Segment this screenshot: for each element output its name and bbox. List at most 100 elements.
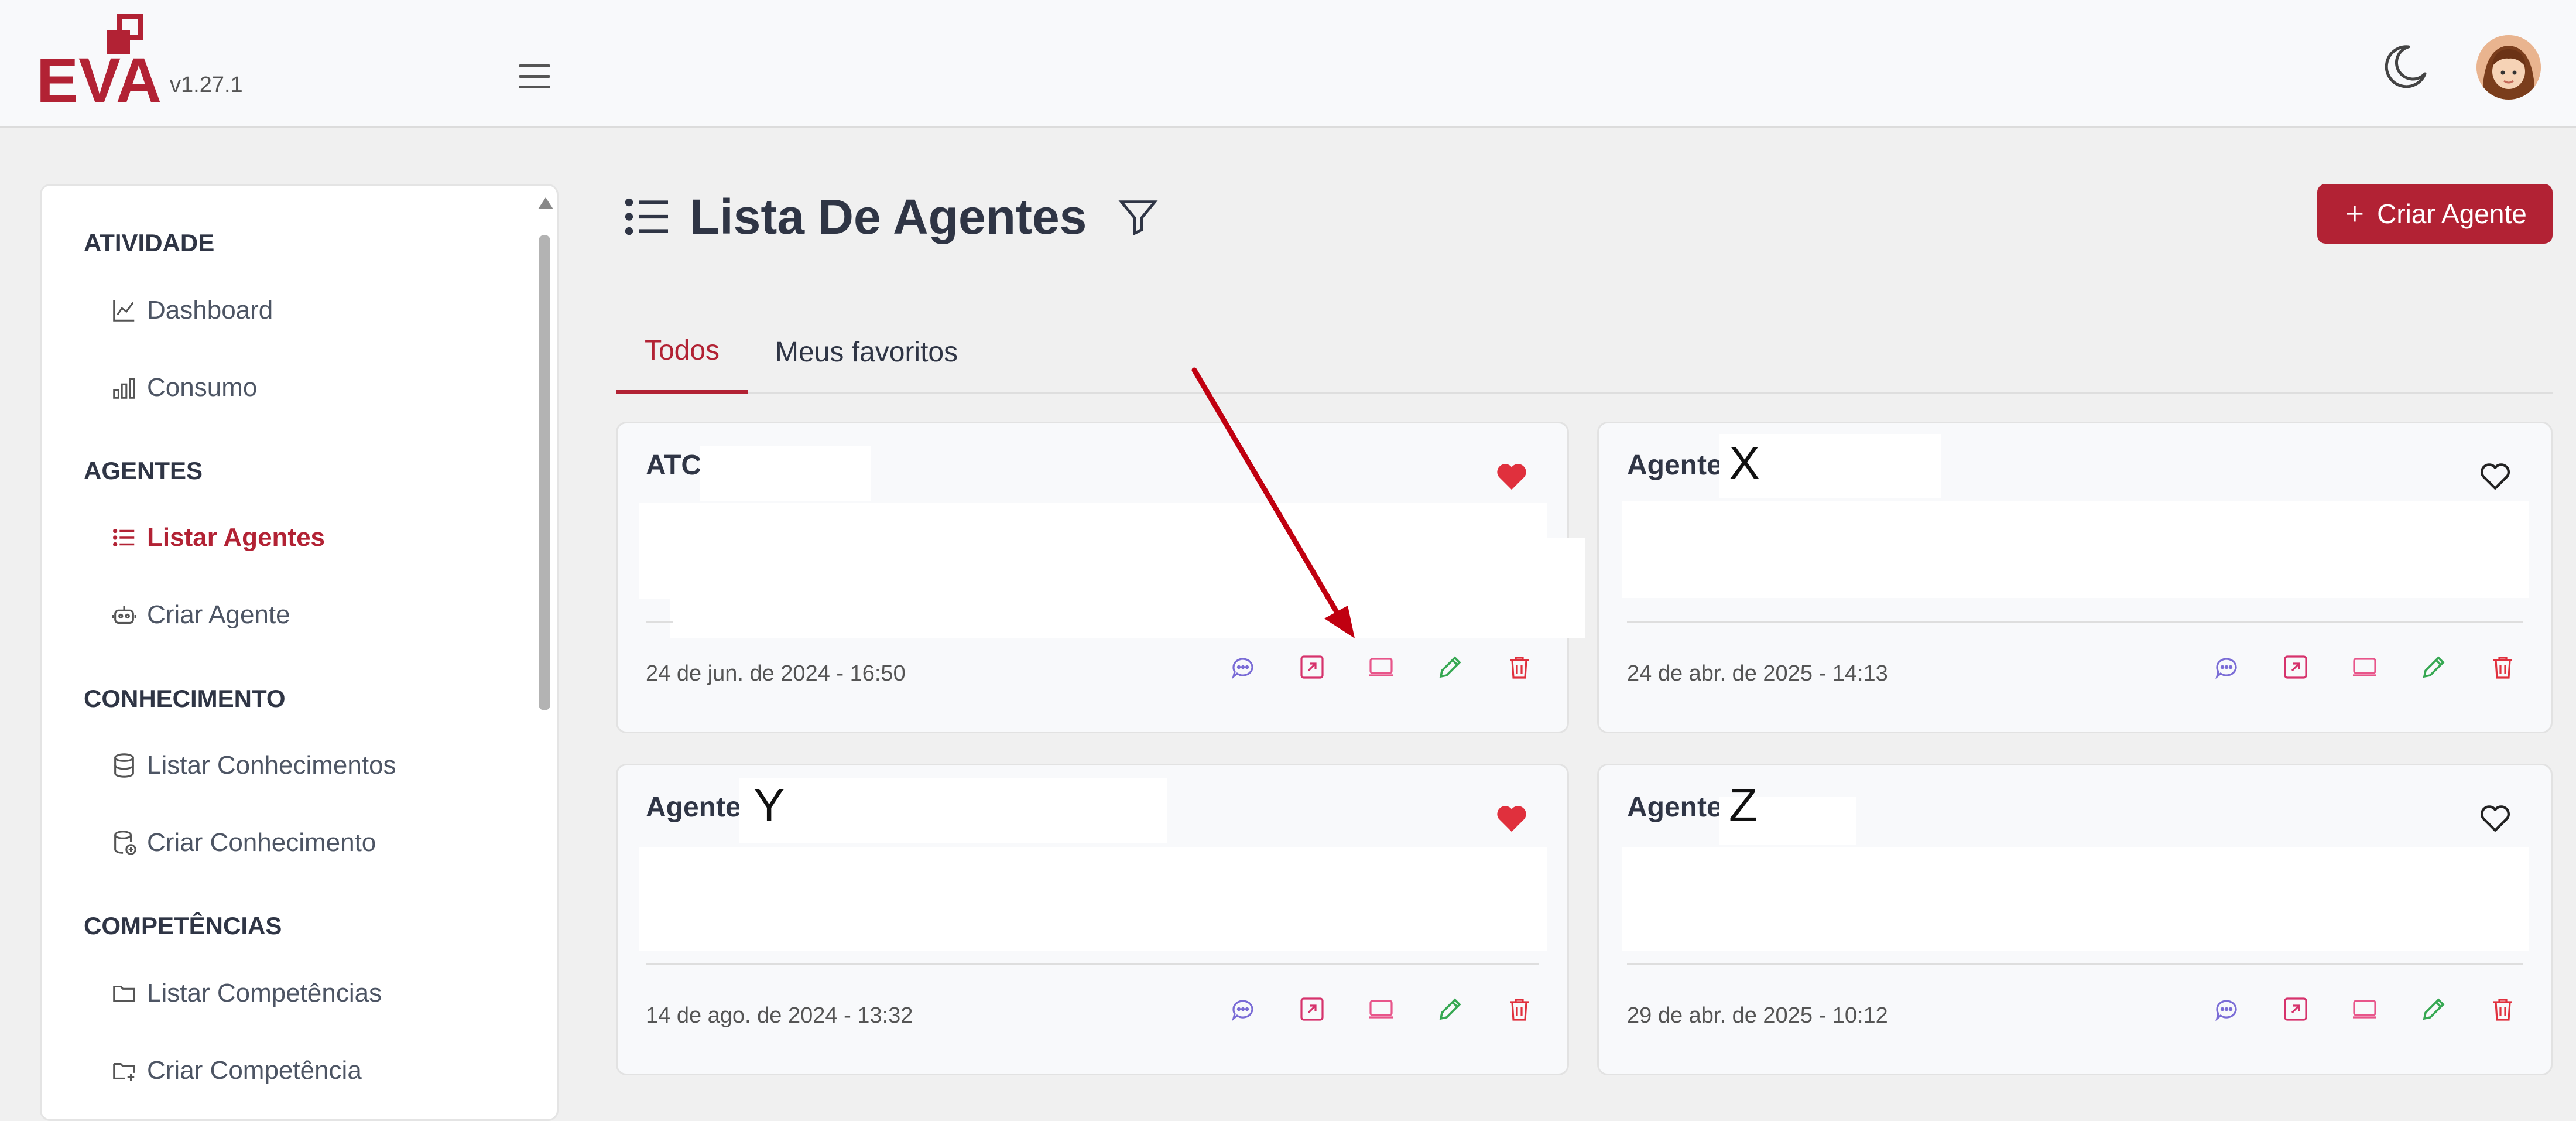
app-version: v1.27.1 [170,73,243,97]
agent-card-actions [1229,995,1533,1023]
folder-add-icon [113,1062,135,1081]
sidebar-item-consumo[interactable]: Consumo [111,367,257,408]
chat-icon[interactable] [2212,653,2241,681]
sidebar-item-listar-conhecimentos[interactable]: Listar Conhecimentos [111,745,396,786]
redacted-area [739,778,1167,843]
agent-card-date: 29 de abr. de 2025 - 10:12 [1627,1003,1888,1028]
open-external-icon[interactable] [1298,653,1326,681]
sidebar-scrollbar[interactable] [537,197,553,1117]
agent-card-suffix: X [1729,437,1760,489]
monitor-icon[interactable] [2351,653,2379,681]
robot-icon [112,606,136,624]
agent-card[interactable]: Agente Y 14 de ago. de 2024 - 13:32 [616,764,1569,1075]
tab-meus-favoritos[interactable]: Meus favoritos [775,310,958,394]
sidebar-item-dashboard[interactable]: Dashboard [111,290,273,331]
redacted-area [700,446,871,501]
list-icon [625,198,668,235]
agent-card-date: 24 de jun. de 2024 - 16:50 [646,661,906,686]
trash-icon[interactable] [1505,653,1533,681]
create-agent-button-label: Criar Agente [2377,199,2527,229]
redacted-area [1622,847,2529,951]
agent-card-actions [2212,995,2517,1023]
bar-chart-icon [113,378,135,399]
monitor-icon[interactable] [1367,653,1395,681]
card-divider [1627,621,2523,623]
scrollbar-thumb[interactable] [539,235,550,710]
sidebar-section-conhecimento: CONHECIMENTO [84,685,286,712]
favorite-heart-filled-icon[interactable] [1495,460,1529,491]
trash-icon[interactable] [2489,653,2517,681]
sidebar-item-listar-agentes[interactable]: Listar Agentes [111,517,325,558]
edit-pencil-icon[interactable] [2420,653,2448,681]
dark-mode-moon-icon[interactable] [2382,43,2428,90]
redacted-area [670,538,1585,638]
plus-icon [2347,206,2363,222]
agent-card[interactable]: ATC 24 de jun. de 2024 - 16:50 [616,422,1585,733]
list-icon [113,528,135,547]
sidebar-item-label: Criar Competência [147,1056,362,1085]
agent-card-suffix: Y [753,779,785,831]
redacted-area [1622,501,2529,598]
edit-pencil-icon[interactable] [1436,653,1464,681]
card-divider [646,621,673,623]
page-title: Lista De Agentes [690,189,1087,244]
logo-text: EVA [36,45,162,108]
sidebar: ATIVIDADE Dashboard Consumo AGENTES List… [40,184,559,1121]
open-external-icon[interactable] [1298,995,1326,1023]
sidebar-item-criar-conhecimento[interactable]: Criar Conhecimento [111,822,376,863]
user-avatar[interactable] [2476,35,2541,100]
eva-logo[interactable]: EVA [36,14,165,108]
avatar-image [2476,35,2541,100]
sidebar-item-label: Listar Conhecimentos [147,751,396,780]
page-header: Lista De Agentes [623,182,1160,252]
sidebar-item-criar-competencia[interactable]: Criar Competência [111,1050,362,1091]
favorite-heart-filled-icon[interactable] [1495,802,1529,833]
database-add-icon [114,831,136,855]
trash-icon[interactable] [1505,995,1533,1023]
favorite-heart-outline-icon[interactable] [2478,460,2512,491]
agent-card-title: Agente [646,792,741,823]
monitor-icon[interactable] [1367,995,1395,1023]
sidebar-item-listar-competencias[interactable]: Listar Competências [111,973,382,1014]
sidebar-item-label: Criar Conhecimento [147,828,376,857]
agent-card[interactable]: Agente X 24 de abr. de 2025 - 14:13 [1597,422,2553,733]
monitor-icon[interactable] [2351,995,2379,1023]
edit-pencil-icon[interactable] [2420,995,2448,1023]
top-bar: EVA v1.27.1 [0,0,2576,128]
agent-card-title: ATC [646,450,702,481]
sidebar-item-label: Consumo [147,373,258,402]
sidebar-item-criar-agente[interactable]: Criar Agente [111,594,290,635]
chat-icon[interactable] [2212,995,2241,1023]
sidebar-section-agentes: AGENTES [84,457,203,484]
chat-icon[interactable] [1229,653,1257,681]
chat-icon[interactable] [1229,995,1257,1023]
card-divider [646,963,1539,965]
agent-card-suffix: Z [1729,779,1758,831]
agent-card-actions [2212,653,2517,681]
create-agent-button[interactable]: Criar Agente [2317,184,2553,244]
agent-card-date: 24 de abr. de 2025 - 14:13 [1627,661,1888,686]
agent-card-actions [1229,653,1533,681]
edit-pencil-icon[interactable] [1436,995,1464,1023]
trash-icon[interactable] [2489,995,2517,1023]
folder-icon [113,985,135,1002]
agent-card-title: Agente [1627,792,1722,823]
sidebar-item-label: Criar Agente [147,600,290,629]
menu-toggle-icon[interactable] [519,64,550,89]
redacted-area [639,847,1547,951]
sidebar-section-atividade: ATIVIDADE [84,229,215,257]
open-external-icon[interactable] [2282,995,2310,1023]
tabs: Todos Meus favoritos [616,310,2553,394]
agent-card-date: 14 de ago. de 2024 - 13:32 [646,1003,913,1028]
tab-todos[interactable]: Todos [616,310,748,394]
sidebar-section-competencias: COMPETÊNCIAS [84,912,282,939]
agent-card-title: Agente [1627,450,1722,481]
agent-card[interactable]: Agente Z 29 de abr. de 2025 - 10:12 [1597,764,2553,1075]
favorite-heart-outline-icon[interactable] [2478,802,2512,833]
line-chart-icon [113,300,135,322]
open-external-icon[interactable] [2282,653,2310,681]
filter-icon[interactable] [1116,194,1160,239]
sidebar-item-label: Listar Competências [147,979,382,1007]
scroll-up-arrow-icon[interactable] [538,197,553,209]
card-divider [1627,963,2523,965]
